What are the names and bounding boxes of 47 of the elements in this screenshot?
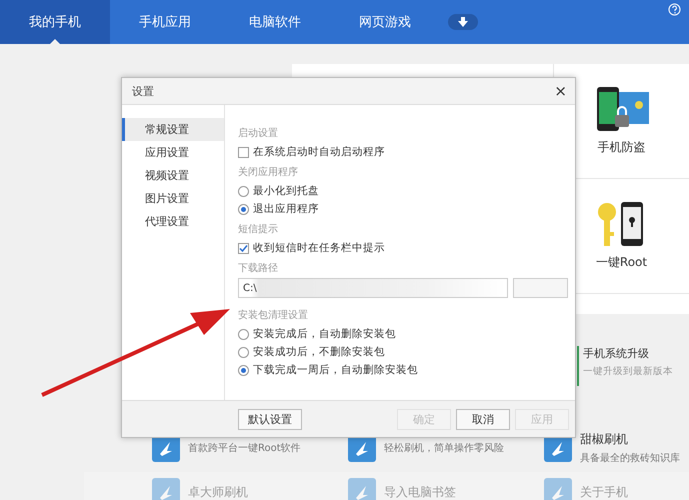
help-icon[interactable] [668,3,681,16]
upgrade-title: 手机系统升级 [583,346,650,361]
radio-label: 安装完成后，自动删除安装包 [253,327,396,341]
radio-button[interactable] [238,186,249,196]
upgrade-subtitle: 一键升级到最新版本 [583,365,674,378]
nav-tab[interactable]: 我的手机 [0,0,110,44]
section-heading: 安装包清理设置 [238,308,309,322]
section-heading: 短信提示 [238,223,279,236]
radio-button[interactable] [238,328,249,340]
nav-tab[interactable]: 电脑软件 [220,0,330,44]
nav-tab[interactable]: 网页游戏 [330,0,440,44]
sidebar-item[interactable]: 代理设置 [122,210,224,233]
dialog-button[interactable]: 取消 [456,408,510,430]
download-button[interactable] [448,14,478,30]
tool-title[interactable]: 甜椒刷机 [580,431,680,448]
app-icon [348,478,376,500]
app-icon [152,478,180,500]
section-heading: 关闭应用程序 [238,166,299,179]
checkbox-label: 收到短信时在任务栏中提示 [253,241,385,255]
nav-tab[interactable]: 手机应用 [110,0,220,44]
sidebar-item[interactable]: 应用设置 [122,141,224,164]
tool-subtitle: 具备最全的救砖知识库 [580,452,680,465]
sidebar-item[interactable]: 视频设置 [122,164,224,187]
checkbox[interactable] [238,242,249,254]
feature-label: 一键Root [596,254,648,270]
section-heading: 下载路径 [238,262,279,275]
section-heading: 启动设置 [238,126,279,140]
app-icon [544,478,572,500]
tool-subtitle: 轻松刷机，简单操作零风险 [384,442,504,455]
sidebar-item[interactable]: 常规设置 [122,118,224,141]
radio-label: 最小化到托盘 [253,184,319,198]
checkbox-label: 在系统启动时自动启动程序 [253,145,385,159]
radio-label: 下载完成一周后，自动删除安装包 [253,363,418,377]
radio-label: 退出应用程序 [253,202,319,216]
radio-button[interactable] [238,346,249,358]
close-button[interactable]: × [554,82,567,100]
radio-label: 安装成功后，不删除安装包 [253,345,385,359]
sidebar-item[interactable]: 图片设置 [122,187,224,210]
checkbox[interactable] [238,146,249,158]
tool-subtitle: 首款跨平台一键Root软件 [188,442,301,455]
path-field[interactable]: C:\ [238,278,508,298]
dialog-title: 设置 [132,84,154,98]
download-icon [458,17,468,27]
radio-button[interactable] [238,204,249,214]
radio-button[interactable] [238,364,249,376]
dialog-button[interactable]: 默认设置 [238,408,302,430]
feature-label: 手机防盗 [598,138,646,156]
